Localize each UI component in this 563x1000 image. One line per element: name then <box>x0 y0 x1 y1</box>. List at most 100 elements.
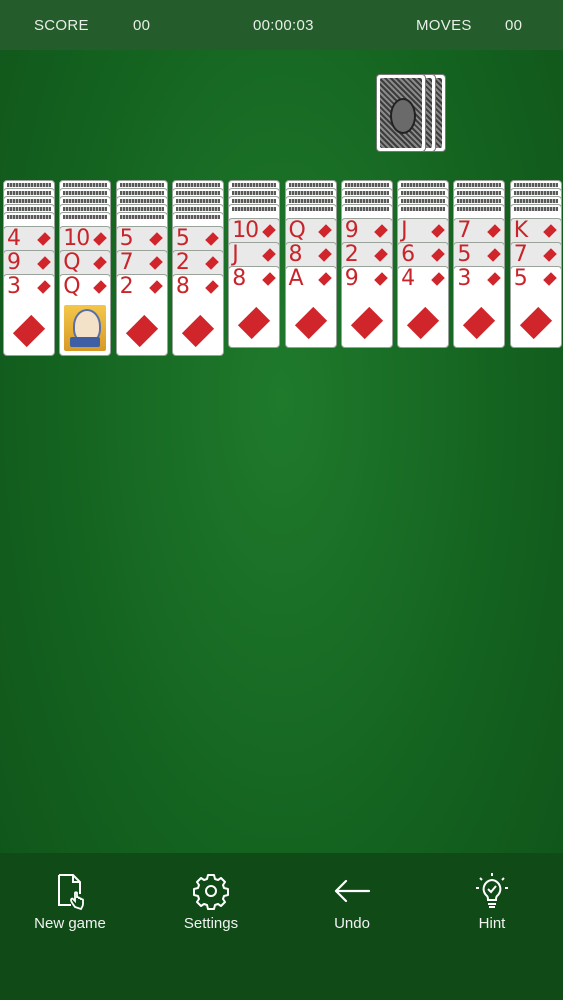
card-rank: 5 <box>513 266 528 291</box>
card-rank: 5 <box>457 242 471 267</box>
new-game-button[interactable]: New game <box>15 871 125 932</box>
card-rank: 8 <box>175 274 190 299</box>
card-rank: 8 <box>288 242 303 267</box>
score-label: SCORE <box>34 17 89 34</box>
game-timer: 00:00:03 <box>253 17 314 34</box>
top-status-bar: SCORE 00 00:00:03 MOVES 00 <box>0 0 563 50</box>
playing-card[interactable]: 9 <box>340 266 393 348</box>
diamond-icon <box>206 256 219 269</box>
diamond-icon <box>37 232 50 245</box>
diamond-icon <box>37 280 50 293</box>
undo-button[interactable]: Undo <box>297 871 407 932</box>
diamond-icon <box>150 232 163 245</box>
playing-card[interactable]: A <box>284 266 337 348</box>
card-rank: Q <box>63 250 80 275</box>
diamond-icon <box>93 280 106 293</box>
diamond-icon <box>544 224 557 237</box>
diamond-icon <box>319 248 332 261</box>
stock-pile[interactable] <box>376 72 448 154</box>
card-rank: 2 <box>344 242 359 267</box>
card-rank: 8 <box>232 266 246 291</box>
card-rank: 9 <box>7 250 21 275</box>
diamond-icon <box>150 280 163 293</box>
card-rank: J <box>401 218 407 243</box>
playing-card[interactable]: 2 <box>115 274 168 356</box>
diamond-icon <box>319 224 332 237</box>
diamond-icon <box>37 256 50 269</box>
diamond-icon <box>206 280 219 293</box>
diamond-icon <box>173 311 223 351</box>
card-rank: J <box>232 242 238 267</box>
playing-card[interactable]: 3 <box>3 274 55 356</box>
undo-label: Undo <box>334 915 370 932</box>
playing-card[interactable]: 4 <box>397 266 450 348</box>
card-rank: 2 <box>175 250 190 275</box>
diamond-icon <box>342 303 392 343</box>
card-rank: Q <box>63 274 80 299</box>
hint-label: Hint <box>478 915 506 932</box>
playing-card[interactable]: 8 <box>228 266 281 348</box>
diamond-icon <box>319 272 332 285</box>
diamond-icon <box>262 248 275 261</box>
diamond-icon <box>93 232 106 245</box>
diamond-icon <box>206 232 219 245</box>
moves-label: MOVES <box>416 17 472 34</box>
playing-card[interactable]: 3 <box>453 266 506 348</box>
diamond-icon <box>487 248 500 261</box>
diamond-icon <box>398 303 448 343</box>
playing-card[interactable]: 5 <box>509 266 562 348</box>
queen-face-icon <box>64 305 107 351</box>
new-game-icon <box>58 874 84 911</box>
card-rank: 7 <box>119 250 134 275</box>
card-rank: 2 <box>119 274 134 299</box>
playing-card[interactable]: Q <box>59 274 112 356</box>
card-rank: Q <box>288 218 306 243</box>
diamond-icon <box>454 303 504 343</box>
diamond-icon <box>117 311 167 351</box>
card-rank: 10 <box>63 226 90 251</box>
diamond-icon <box>431 272 444 285</box>
score-value: 00 <box>133 17 151 34</box>
lightbulb-icon <box>476 873 508 908</box>
diamond-icon <box>262 224 275 237</box>
card-rank: 7 <box>513 242 528 267</box>
diamond-icon <box>262 272 275 285</box>
diamond-icon <box>431 248 444 261</box>
diamond-icon <box>487 272 500 285</box>
card-rank: 10 <box>232 218 259 243</box>
diamond-icon <box>375 224 388 237</box>
playing-card[interactable]: 8 <box>171 274 224 356</box>
card-rank: 4 <box>401 266 415 291</box>
card-rank: 9 <box>344 218 359 243</box>
diamond-icon <box>4 311 54 351</box>
moves-value: 00 <box>505 17 523 34</box>
card-rank: A <box>288 266 304 291</box>
card-rank: 7 <box>457 218 471 243</box>
diamond-icon <box>286 303 336 343</box>
diamond-icon <box>511 303 561 343</box>
card-rank: 3 <box>457 266 471 291</box>
diamond-icon <box>375 248 388 261</box>
diamond-icon <box>229 303 279 343</box>
diamond-icon <box>544 272 557 285</box>
new-game-label: New game <box>34 915 106 932</box>
gear-icon <box>193 874 229 910</box>
diamond-icon <box>150 256 163 269</box>
card-rank: 4 <box>7 226 21 251</box>
card-rank: 3 <box>7 274 21 299</box>
diamond-icon <box>487 224 500 237</box>
card-rank: 6 <box>401 242 415 267</box>
hint-button[interactable]: Hint <box>437 871 547 932</box>
settings-label: Settings <box>183 915 239 932</box>
stock-card[interactable] <box>376 74 426 152</box>
card-rank: 5 <box>175 226 190 251</box>
diamond-icon <box>544 248 557 261</box>
bottom-toolbar: New game Settings Undo Hint <box>0 853 563 1000</box>
card-rank: 9 <box>344 266 359 291</box>
card-rank: K <box>513 218 528 243</box>
diamond-icon <box>375 272 388 285</box>
card-rank: 5 <box>119 226 134 251</box>
settings-button[interactable]: Settings <box>156 871 266 932</box>
arrow-left-icon <box>334 879 371 903</box>
diamond-icon <box>93 256 106 269</box>
